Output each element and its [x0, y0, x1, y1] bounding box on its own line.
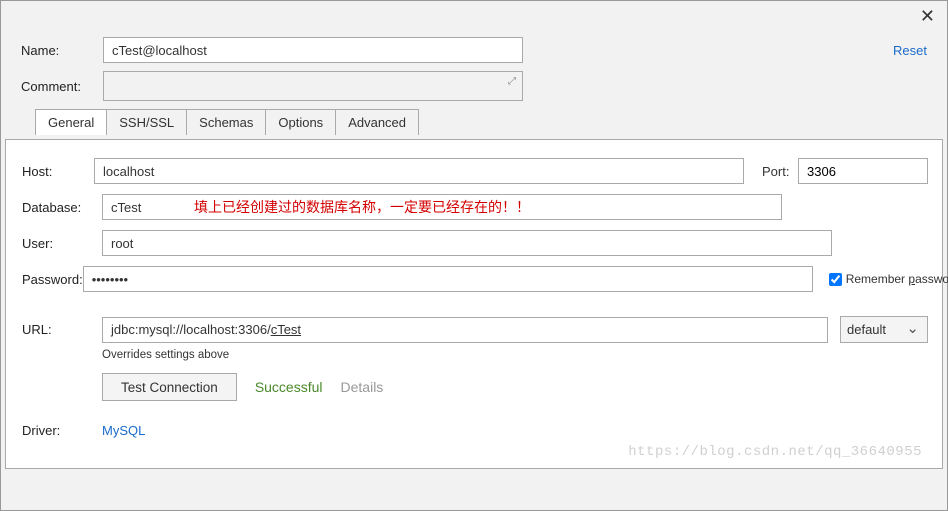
- test-connection-button[interactable]: Test Connection: [102, 373, 237, 401]
- url-scheme-select[interactable]: default: [840, 316, 928, 343]
- remember-password-checkbox[interactable]: Remember password: [825, 270, 948, 289]
- name-label: Name:: [21, 43, 103, 58]
- url-label: URL:: [22, 322, 102, 337]
- port-input[interactable]: [798, 158, 928, 184]
- database-input[interactable]: [102, 194, 782, 220]
- password-input[interactable]: ••••••••: [83, 266, 813, 292]
- remember-checkbox-box[interactable]: [829, 273, 842, 286]
- user-input[interactable]: [102, 230, 832, 256]
- tab-schemas[interactable]: Schemas: [186, 109, 266, 135]
- tab-sshssl[interactable]: SSH/SSL: [106, 109, 187, 135]
- tab-general[interactable]: General: [35, 109, 107, 135]
- overrides-note: Overrides settings above: [102, 349, 928, 361]
- host-input[interactable]: [94, 158, 744, 184]
- host-label: Host:: [22, 164, 94, 179]
- comment-label: Comment:: [21, 79, 103, 94]
- password-label: Password:: [22, 272, 83, 287]
- close-icon[interactable]: ✕: [920, 6, 935, 27]
- name-input[interactable]: [103, 37, 523, 63]
- general-panel: Host: Port: Database: 填上已经创建过的数据库名称，一定要已…: [5, 139, 943, 469]
- driver-label: Driver:: [22, 423, 102, 438]
- user-label: User:: [22, 236, 102, 251]
- tab-advanced[interactable]: Advanced: [335, 109, 419, 135]
- comment-input[interactable]: ⤢: [103, 71, 523, 101]
- driver-link[interactable]: MySQL: [102, 423, 145, 438]
- expand-icon[interactable]: ⤢: [508, 76, 516, 87]
- watermark-text: https://blog.csdn.net/qq_36640955: [628, 444, 922, 460]
- connection-status: Successful: [255, 379, 323, 395]
- database-label: Database:: [22, 200, 102, 215]
- tab-bar: General SSH/SSL Schemas Options Advanced: [35, 109, 927, 135]
- reset-link[interactable]: Reset: [893, 43, 927, 58]
- tab-options[interactable]: Options: [265, 109, 336, 135]
- url-input[interactable]: jdbc:mysql://localhost:3306/cTest: [102, 317, 828, 343]
- port-label: Port:: [762, 164, 798, 179]
- details-link[interactable]: Details: [341, 379, 384, 395]
